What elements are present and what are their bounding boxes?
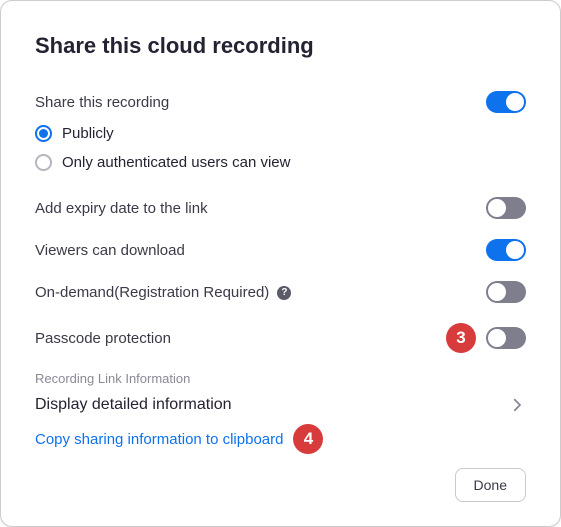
toggle-download[interactable] (486, 239, 526, 261)
disclosure-label: Display detailed information (35, 396, 232, 414)
label-download: Viewers can download (35, 242, 185, 259)
help-icon[interactable]: ? (277, 286, 291, 300)
radio-publicly-label: Publicly (62, 125, 114, 142)
copy-sharing-info-link[interactable]: Copy sharing information to clipboard (35, 431, 283, 448)
radio-option-auth-only[interactable]: Only authenticated users can view (35, 148, 526, 177)
toggle-ondemand[interactable] (486, 281, 526, 303)
done-button[interactable]: Done (455, 468, 526, 502)
row-expiry: Add expiry date to the link (35, 187, 526, 229)
row-download: Viewers can download (35, 229, 526, 271)
row-passcode: Passcode protection 3 (35, 313, 526, 363)
chevron-right-icon (508, 396, 526, 414)
toggle-passcode[interactable] (486, 327, 526, 349)
radio-publicly[interactable] (35, 125, 52, 142)
label-passcode: Passcode protection (35, 330, 171, 347)
annotation-badge-3: 3 (446, 323, 476, 353)
toggle-expiry[interactable] (486, 197, 526, 219)
radio-option-publicly[interactable]: Publicly (35, 119, 526, 148)
label-share: Share this recording (35, 94, 169, 111)
row-ondemand: On-demand(Registration Required) ? (35, 271, 526, 313)
share-recording-modal: Share this cloud recording Share this re… (0, 0, 561, 527)
row-share: Share this recording (35, 81, 526, 123)
radio-auth-only[interactable] (35, 154, 52, 171)
label-expiry: Add expiry date to the link (35, 200, 208, 217)
annotation-badge-4: 4 (293, 424, 323, 454)
label-ondemand: On-demand(Registration Required) ? (35, 284, 291, 301)
share-visibility-radiogroup: Publicly Only authenticated users can vi… (35, 119, 526, 177)
radio-auth-only-label: Only authenticated users can view (62, 154, 290, 171)
toggle-share[interactable] (486, 91, 526, 113)
modal-footer: Done (35, 468, 526, 502)
modal-title: Share this cloud recording (35, 33, 526, 59)
section-label-link-info: Recording Link Information (35, 371, 526, 386)
disclosure-detailed-info[interactable]: Display detailed information (35, 388, 526, 420)
row-copy-link: Copy sharing information to clipboard 4 (35, 420, 526, 462)
